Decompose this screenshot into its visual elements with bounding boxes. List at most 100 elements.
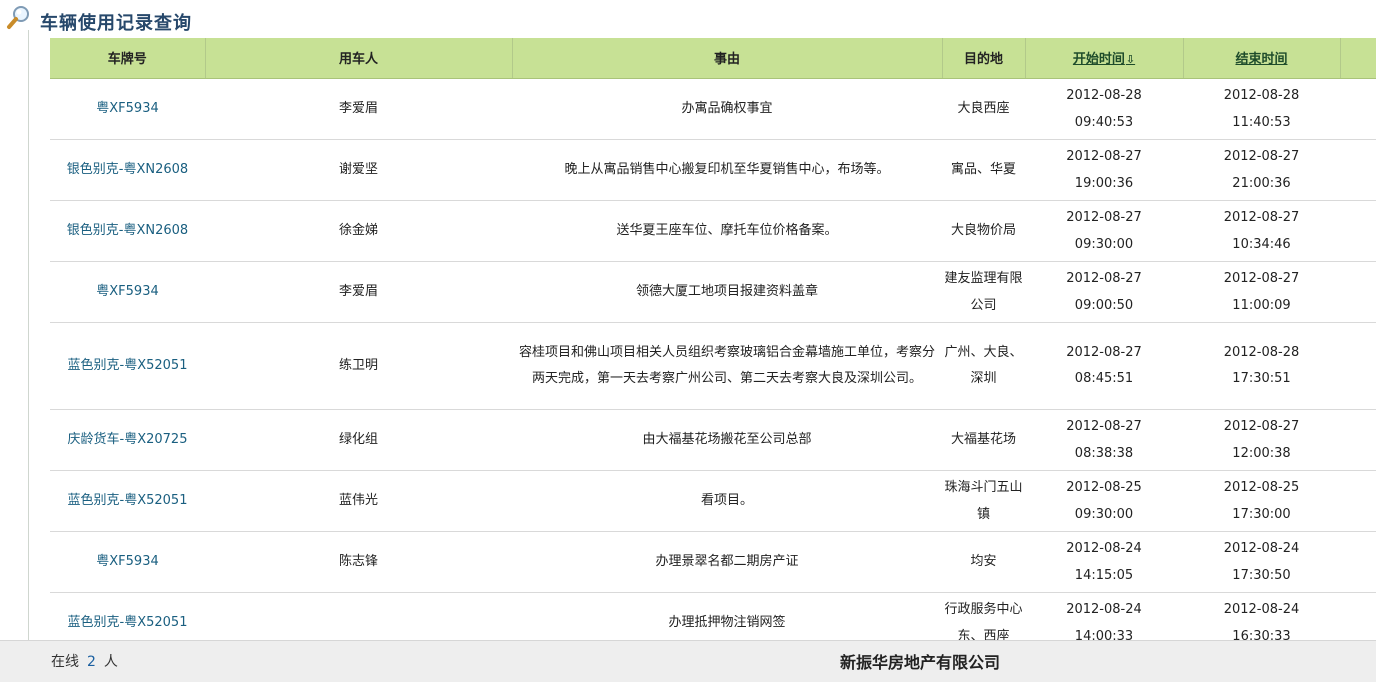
header-end-time[interactable]: 结束时间 — [1183, 38, 1341, 79]
cell-plate-text[interactable]: 粤XF5934 — [96, 101, 158, 116]
header-destination: 目的地 — [942, 38, 1026, 79]
end-clock: 16:30:33 — [1232, 628, 1291, 641]
cell-start-time: 2012-08-24 14:15:05 — [1025, 531, 1183, 593]
start-date: 2012-08-27 — [1066, 148, 1142, 164]
start-date: 2012-08-25 — [1066, 479, 1142, 495]
cell-destination-text: 寓品、华夏 — [950, 162, 1016, 177]
cell-plate-text[interactable]: 银色别克-粤XN2608 — [67, 223, 188, 238]
start-clock: 09:00:50 — [1074, 297, 1134, 313]
cell-user: 徐金娣 — [205, 200, 512, 262]
end-date: 2012-08-28 — [1223, 344, 1300, 360]
cell-destination-text: 均安 — [970, 554, 997, 569]
cell-destination: 建友监理有限公司 — [942, 261, 1025, 323]
online-prefix: 在线 — [51, 654, 79, 670]
cell-plate-text[interactable]: 粤XF5934 — [96, 284, 158, 299]
cell-extra — [1340, 78, 1376, 140]
start-clock: 14:00:33 — [1074, 628, 1134, 641]
cell-destination: 均安 — [942, 531, 1025, 593]
cell-user-text: 李爱眉 — [338, 284, 378, 299]
cell-plate[interactable]: 粤XF5934 — [50, 531, 205, 593]
cell-reason-text: 领德大厦工地项目报建资料盖章 — [635, 284, 818, 299]
cell-user-text: 谢爱坚 — [338, 162, 378, 177]
cell-user-text: 绿化组 — [338, 432, 378, 447]
cell-user-text: 蓝伟光 — [338, 493, 378, 508]
cell-end-time: 2012-08-24 16:30:33 — [1183, 592, 1340, 640]
records-table: 车牌号 用车人 事由 目的地 开始时间⇩ 结束时间 粤XF5934 李爱眉 办寓品确… — [50, 38, 1376, 640]
start-clock: 14:15:05 — [1074, 567, 1134, 583]
cell-plate[interactable]: 银色别克-粤XN2608 — [50, 139, 205, 201]
cell-destination-text: 大良西座 — [957, 101, 1010, 116]
table-row: 粤XF5934 陈志锋 办理景翠名都二期房产证 均安 2012-08-24 14:15:0… — [50, 531, 1376, 593]
cell-plate-text[interactable]: 粤XF5934 — [96, 554, 158, 569]
cell-plate-text[interactable]: 蓝色别克-粤X52051 — [68, 493, 188, 508]
records-table-container[interactable]: 车牌号 用车人 事由 目的地 开始时间⇩ 结束时间 粤XF5934 李爱眉 办寓品确… — [50, 38, 1376, 640]
cell-extra — [1340, 592, 1376, 640]
cell-reason-text: 办寓品确权事宜 — [681, 101, 773, 116]
online-count[interactable]: 2 — [87, 654, 96, 670]
table-row: 蓝色别克-粤X52051 练卫明 容桂项目和佛山项目相关人员组织考察玻璃铝合金幕墙施… — [50, 322, 1376, 410]
header-end-time-link[interactable]: 结束时间 — [1235, 52, 1287, 67]
cell-extra — [1340, 261, 1376, 323]
cell-reason-text: 晚上从寓品销售中心搬复印机至华夏销售中心，布场等。 — [564, 162, 890, 177]
cell-destination-text: 建友监理有限公司 — [944, 270, 1023, 313]
cell-plate[interactable]: 蓝色别克-粤X52051 — [50, 322, 205, 410]
end-clock: 11:40:53 — [1232, 114, 1291, 130]
cell-plate-text[interactable]: 蓝色别克-粤X52051 — [68, 615, 188, 630]
start-date: 2012-08-27 — [1066, 344, 1142, 360]
start-clock: 19:00:36 — [1074, 175, 1134, 191]
cell-user-text: 陈志锋 — [338, 554, 378, 569]
cell-plate-text[interactable]: 银色别克-粤XN2608 — [67, 162, 188, 177]
end-date: 2012-08-24 — [1223, 540, 1300, 556]
end-clock: 17:30:00 — [1232, 506, 1291, 522]
table-row: 粤XF5934 李爱眉 领德大厦工地项目报建资料盖章 建友监理有限公司 2012-08-… — [50, 261, 1376, 323]
table-row: 蓝色别克-粤X52051 办理抵押物注销网签 行政服务中心东、西座 2012-08-2… — [50, 592, 1376, 640]
cell-end-time: 2012-08-27 11:00:09 — [1183, 261, 1340, 323]
cell-reason: 晚上从寓品销售中心搬复印机至华夏销售中心，布场等。 — [512, 139, 942, 201]
table-row: 蓝色别克-粤X52051 蓝伟光 看项目。 珠海斗门五山镇 2012-08-25 09:3… — [50, 470, 1376, 532]
cell-end-time: 2012-08-27 21:00:36 — [1183, 139, 1340, 201]
cell-plate-text[interactable]: 庆龄货车-粤X20725 — [68, 432, 188, 447]
cell-reason-text: 送华夏王座车位、摩托车位价格备案。 — [616, 223, 838, 238]
cell-plate-text[interactable]: 蓝色别克-粤X52051 — [68, 358, 188, 373]
cell-reason: 领德大厦工地项目报建资料盖章 — [512, 261, 942, 323]
end-date: 2012-08-27 — [1223, 418, 1300, 434]
header-start-time-link[interactable]: 开始时间 — [1073, 52, 1125, 67]
start-clock: 08:38:38 — [1074, 445, 1134, 461]
cell-destination-text: 大福基花场 — [950, 432, 1016, 447]
cell-destination: 大良西座 — [942, 78, 1025, 140]
cell-extra — [1340, 139, 1376, 201]
cell-plate[interactable]: 粤XF5934 — [50, 261, 205, 323]
cell-user: 绿化组 — [205, 409, 512, 471]
end-clock: 11:00:09 — [1232, 297, 1291, 313]
cell-plate[interactable]: 蓝色别克-粤X52051 — [50, 470, 205, 532]
end-date: 2012-08-27 — [1223, 148, 1300, 164]
start-date: 2012-08-24 — [1066, 540, 1142, 556]
cell-reason-text: 办理景翠名都二期房产证 — [655, 554, 799, 569]
cell-destination: 大福基花场 — [942, 409, 1025, 471]
cell-user: 陈志锋 — [205, 531, 512, 593]
cell-reason-text: 由大福基花场搬花至公司总部 — [642, 432, 812, 447]
start-date: 2012-08-28 — [1066, 87, 1142, 103]
title-bar: 车辆使用记录查询 — [0, 0, 1376, 38]
cell-start-time: 2012-08-25 09:30:00 — [1025, 470, 1183, 532]
start-date: 2012-08-27 — [1066, 418, 1142, 434]
end-date: 2012-08-24 — [1223, 601, 1300, 617]
header-start-time[interactable]: 开始时间⇩ — [1025, 38, 1184, 79]
cell-end-time: 2012-08-27 10:34:46 — [1183, 200, 1340, 262]
cell-plate[interactable]: 粤XF5934 — [50, 78, 205, 140]
cell-destination-text: 行政服务中心东、西座 — [944, 601, 1023, 641]
footer: 在线 2 人 新振华房地产有限公司 — [0, 640, 1376, 682]
cell-extra — [1340, 322, 1376, 410]
cell-extra — [1340, 409, 1376, 471]
cell-reason: 送华夏王座车位、摩托车位价格备案。 — [512, 200, 942, 262]
cell-reason: 办理景翠名都二期房产证 — [512, 531, 942, 593]
cell-plate[interactable]: 银色别克-粤XN2608 — [50, 200, 205, 262]
start-date: 2012-08-24 — [1066, 601, 1142, 617]
header-user: 用车人 — [205, 38, 513, 79]
start-date: 2012-08-27 — [1066, 209, 1142, 225]
cell-plate[interactable]: 庆龄货车-粤X20725 — [50, 409, 205, 471]
cell-start-time: 2012-08-28 09:40:53 — [1025, 78, 1183, 140]
cell-plate[interactable]: 蓝色别克-粤X52051 — [50, 592, 205, 640]
online-users: 在线 2 人 — [51, 651, 118, 671]
cell-end-time: 2012-08-27 12:00:38 — [1183, 409, 1340, 471]
